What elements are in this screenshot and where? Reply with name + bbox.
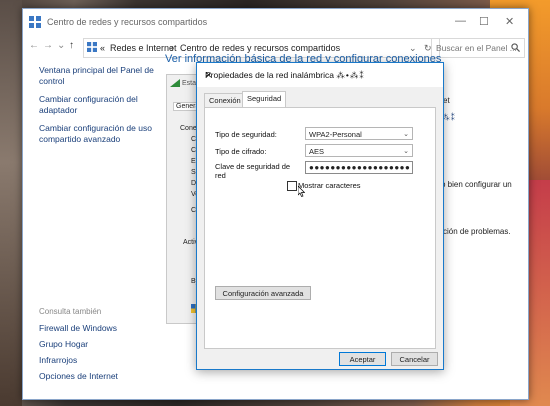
sidebar-link-advanced-sharing[interactable]: Cambiar configuración de uso compartido … <box>39 123 169 145</box>
wifi-signal-icon <box>170 79 180 87</box>
window-title: Centro de redes y recursos compartidos <box>47 17 208 27</box>
cancel-button[interactable]: Cancelar <box>391 352 438 366</box>
title-bar: Centro de redes y recursos compartidos —… <box>23 9 528 35</box>
breadcrumb-centro-redes[interactable]: Centro de redes y recursos compartidos <box>180 43 340 53</box>
cipher-type-label: Tipo de cifrado: <box>215 147 267 156</box>
breadcrumb-redes-internet[interactable]: Redes e Internet <box>110 43 177 53</box>
back-button[interactable]: ← <box>29 40 39 51</box>
sidebar: Ventana principal del Panel de control C… <box>39 65 169 152</box>
network-icon <box>29 16 41 28</box>
see-also-list: Firewall de Windows Grupo Hogar Infrarro… <box>39 323 118 387</box>
search-input[interactable]: Buscar en el Panel ... <box>431 38 525 58</box>
dialog-close-button[interactable]: ✕ <box>205 70 435 81</box>
security-key-label: Clave de seguridad de red <box>215 162 291 180</box>
chevron-down-icon: ⌄ <box>403 131 409 138</box>
see-also-firewall[interactable]: Firewall de Windows <box>39 323 118 333</box>
security-key-field[interactable]: ●●●●●●●●●●●●●●●●●●● <box>305 161 413 174</box>
tab-seguridad[interactable]: Seguridad <box>242 91 287 108</box>
recent-locations-button[interactable]: ⌄ <box>57 40 65 51</box>
close-button[interactable]: ✕ <box>505 15 514 28</box>
config-text-fragment: o bien configurar un <box>441 180 512 189</box>
minimize-button[interactable]: — <box>455 15 466 27</box>
accept-button[interactable]: Aceptar <box>339 352 386 366</box>
up-button[interactable]: ↑ <box>69 40 74 51</box>
security-type-value: WPA2-Personal <box>309 130 362 139</box>
problems-text-fragment: ción de problemas. <box>443 227 511 236</box>
mouse-cursor-icon <box>298 186 305 197</box>
advanced-settings-button[interactable]: Configuración avanzada <box>215 286 311 300</box>
see-also-heading: Consulta también <box>39 307 102 316</box>
chevron-down-icon: ⌄ <box>403 148 409 155</box>
cipher-type-value: AES <box>309 147 325 156</box>
search-placeholder: Buscar en el Panel ... <box>436 43 517 53</box>
network-text-fragment: et <box>443 96 450 105</box>
security-panel: Tipo de seguridad: WPA2-Personal ⌄ Tipo … <box>204 107 436 349</box>
security-type-label: Tipo de seguridad: <box>215 130 277 139</box>
see-also-internet-options[interactable]: Opciones de Internet <box>39 371 118 381</box>
search-icon <box>511 43 520 52</box>
maximize-button[interactable]: ☐ <box>479 15 489 28</box>
breadcrumb-overflow[interactable]: « <box>100 43 105 53</box>
wireless-properties-dialog: Propiedades de la red inalámbrica ⁂•⁂⁑ ✕… <box>196 62 444 370</box>
breadcrumb-separator: › <box>171 43 174 53</box>
cipher-type-select[interactable]: AES ⌄ <box>305 144 413 157</box>
show-characters-checkbox[interactable] <box>287 181 297 191</box>
dialog-title-bar: Propiedades de la red inalámbrica ⁂•⁂⁑ ✕ <box>197 63 443 87</box>
see-also-homegroup[interactable]: Grupo Hogar <box>39 339 118 349</box>
forward-button[interactable]: → <box>43 40 53 51</box>
network-icon <box>87 42 97 52</box>
security-type-select[interactable]: WPA2-Personal ⌄ <box>305 127 413 140</box>
sidebar-link-control-panel[interactable]: Ventana principal del Panel de control <box>39 65 169 87</box>
show-characters-label: Mostrar caracteres <box>298 181 361 190</box>
status-window-title: Esta <box>182 80 197 87</box>
desktop-left-strip <box>0 0 22 406</box>
see-also-infrared[interactable]: Infrarrojos <box>39 355 118 365</box>
sidebar-link-adapter-settings[interactable]: Cambiar configuración del adaptador <box>39 94 169 116</box>
tab-conexion[interactable]: Conexión <box>204 93 246 108</box>
